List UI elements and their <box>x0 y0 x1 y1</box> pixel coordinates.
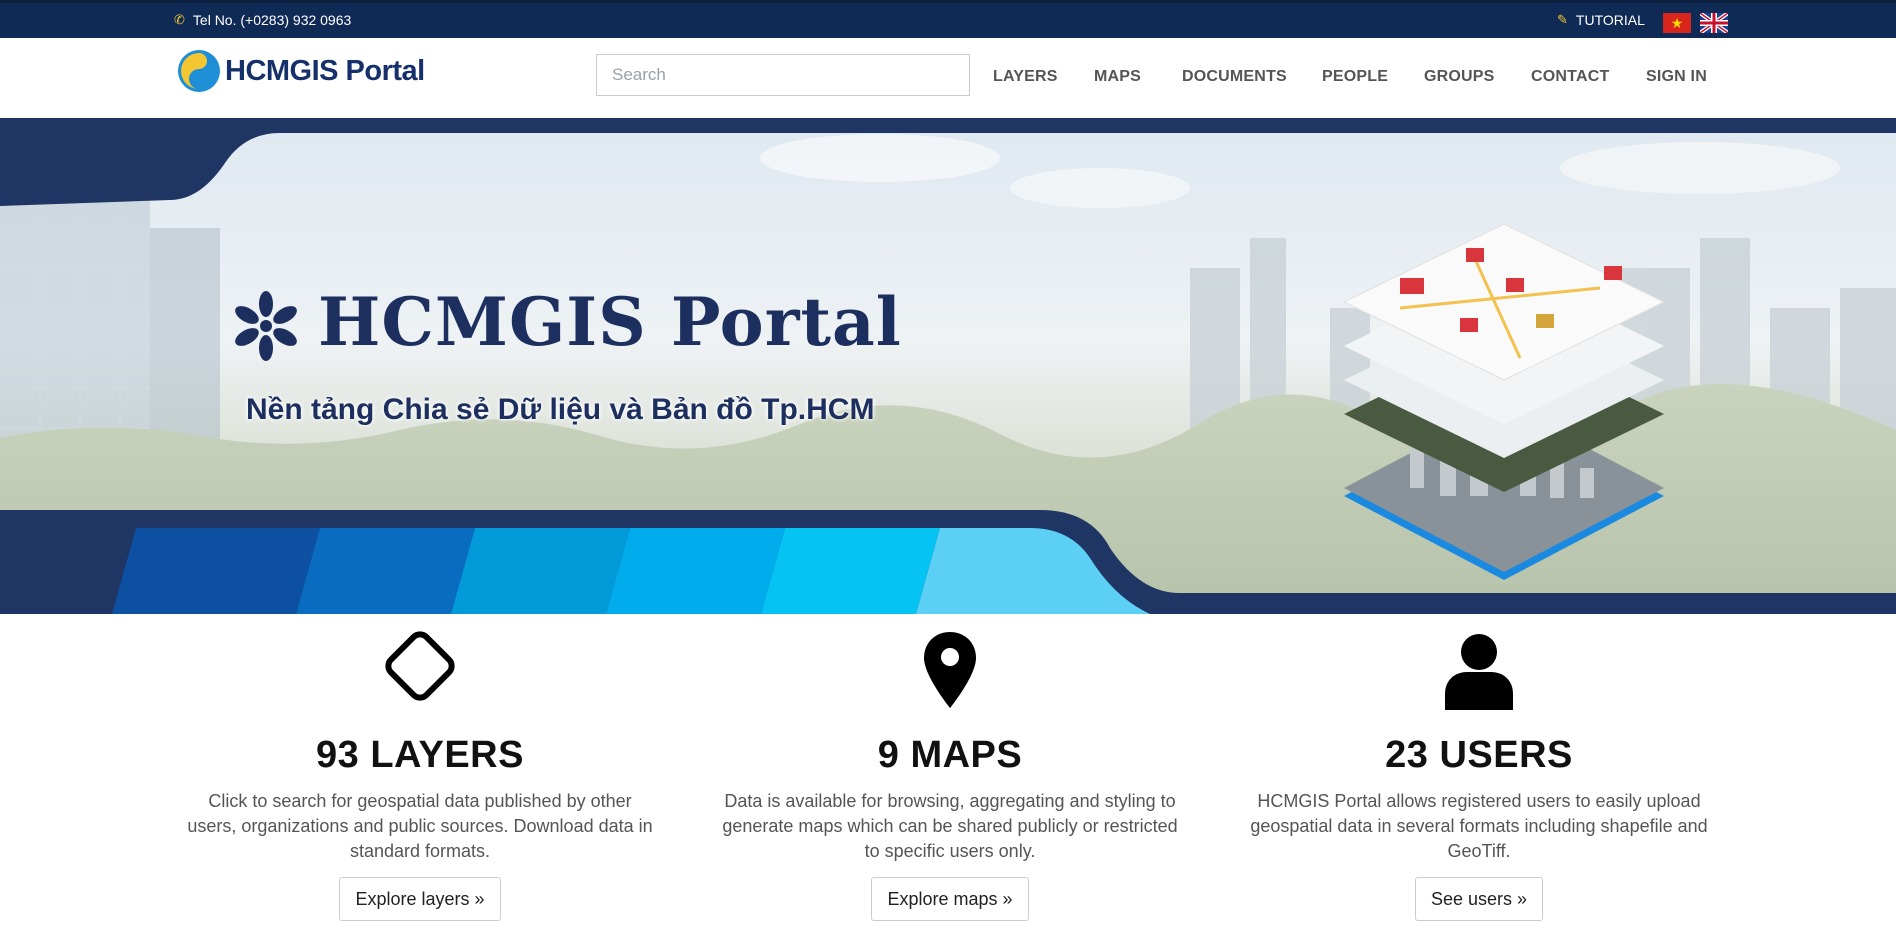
nav-groups[interactable]: GROUPS <box>1424 68 1495 86</box>
see-users-button[interactable]: See users » <box>1414 877 1544 921</box>
hero-banner: HCMGIS Portal Nền tảng Chia sẻ Dữ liệu v… <box>0 118 1896 614</box>
phone-icon: ✆ <box>174 12 185 27</box>
maps-count-heading: 9 MAPS <box>877 734 1023 776</box>
search-input[interactable] <box>596 54 970 96</box>
tutorial-label: TUTORIAL <box>1575 12 1645 28</box>
nav-maps[interactable]: MAPS <box>1094 68 1141 86</box>
hcmgis-logo-icon <box>178 50 220 92</box>
phone-text: Tel No. (+0283) 932 0963 <box>192 12 352 28</box>
maps-description: Data is available for browsing, aggregat… <box>722 791 1178 861</box>
map-marker-icon <box>924 632 976 708</box>
nav-documents[interactable]: DOCUMENTS <box>1182 68 1287 86</box>
feature-users: 23 USERS HCMGIS Portal allows registered… <box>1244 614 1714 921</box>
top-bar: ✆ Tel No. (+0283) 932 0963 ✎ TUTORIAL ★ <box>0 0 1896 38</box>
asterisk-logo-icon <box>235 291 297 361</box>
layers-count-heading: 93 LAYERS <box>316 734 524 776</box>
nav-layers[interactable]: LAYERS <box>993 68 1058 86</box>
layers-description: Click to search for geospatial data publ… <box>187 791 653 861</box>
explore-maps-button[interactable]: Explore maps » <box>871 877 1029 921</box>
diamond-icon <box>385 631 455 701</box>
english-flag-icon[interactable] <box>1700 13 1728 33</box>
main-navbar: HCMGIS Portal LAYERS MAPS DOCUMENTS PEOP… <box>0 38 1896 119</box>
users-count-heading: 23 USERS <box>1385 734 1573 776</box>
nav-contact[interactable]: CONTACT <box>1531 68 1609 86</box>
feature-layers: 93 LAYERS Click to search for geospatial… <box>185 614 655 921</box>
nav-people[interactable]: PEOPLE <box>1322 68 1388 86</box>
hero-title: HCMGIS Portal <box>318 283 902 361</box>
tutorial-link[interactable]: ✎ TUTORIAL <box>1557 12 1645 28</box>
explore-layers-button[interactable]: Explore layers » <box>339 877 501 921</box>
nav-sign-in[interactable]: SIGN IN <box>1646 68 1707 86</box>
phone-contact: ✆ Tel No. (+0283) 932 0963 <box>174 12 351 28</box>
hero-background <box>0 118 1896 614</box>
users-description: HCMGIS Portal allows registered users to… <box>1250 791 1708 861</box>
feature-maps: 9 MAPS Data is available for browsing, a… <box>715 614 1185 921</box>
vietnamese-flag-icon[interactable]: ★ <box>1663 13 1691 33</box>
user-icon <box>1445 634 1513 710</box>
features-section: 93 LAYERS Click to search for geospatial… <box>0 614 1896 943</box>
brand-name: HCMGIS Portal <box>225 54 425 87</box>
hero-subtitle: Nền tảng Chia sẻ Dữ liệu và Bản đồ Tp.HC… <box>246 393 875 426</box>
brand-link[interactable]: HCMGIS Portal <box>177 49 425 93</box>
edit-icon: ✎ <box>1557 12 1568 27</box>
